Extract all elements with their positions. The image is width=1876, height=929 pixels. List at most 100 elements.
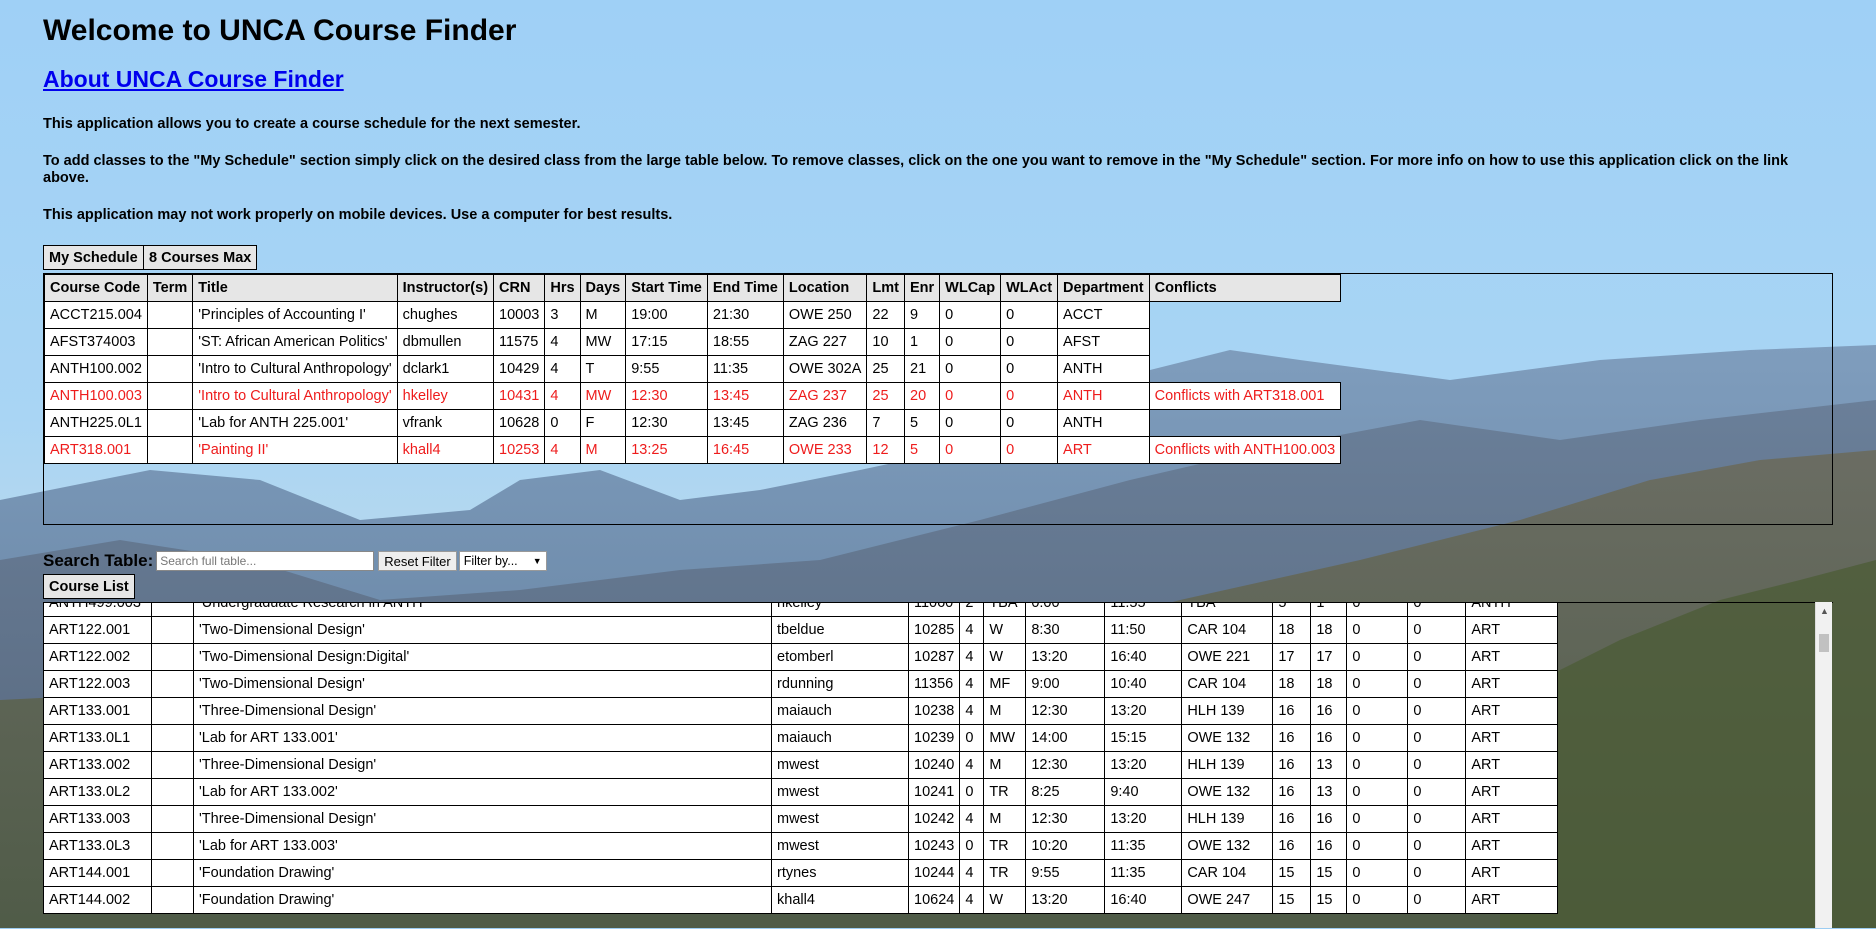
schedule-row[interactable]: ART318.001 'Painting II' khall4 10253 4 M 13:2… — [44, 436, 1342, 464]
course-cell: ART122.001 — [43, 616, 152, 644]
schedule-cell: ANTH — [1057, 382, 1150, 410]
schedule-row[interactable]: ANTH100.003 'Intro to Cultural Anthropolo… — [44, 382, 1342, 410]
schedule-cell: 'Principles of Accounting I' — [192, 301, 398, 329]
course-cell: 13 — [1310, 751, 1348, 779]
scroll-up-icon[interactable]: ▲ — [1816, 604, 1833, 618]
course-cell: 'Two-Dimensional Design' — [193, 670, 772, 698]
course-cell — [151, 751, 194, 779]
course-cell: 9:40 — [1104, 778, 1183, 806]
search-row: Search Table: Reset Filter Filter by... … — [43, 550, 547, 572]
about-link[interactable]: About UNCA Course Finder — [43, 66, 344, 93]
schedule-cell: 10628 — [493, 409, 546, 437]
course-row[interactable]: ART133.001 'Three-Dimensional Design' maia… — [43, 697, 1559, 725]
course-cell — [151, 805, 194, 833]
course-row[interactable]: ART144.002 'Foundation Drawing' khall4 1062… — [43, 886, 1559, 914]
schedule-cell: 25 — [866, 355, 905, 383]
course-cell: ART — [1465, 724, 1559, 752]
course-cell: 11:35 — [1104, 832, 1183, 860]
course-cell: 'Undergraduate Research in ANTH' — [193, 603, 772, 617]
course-cell: ART — [1465, 778, 1559, 806]
schedule-cell: 0 — [1000, 328, 1059, 356]
schedule-cell: 11575 — [493, 328, 546, 356]
course-cell: 15 — [1310, 886, 1348, 914]
schedule-cell: 12:30 — [625, 382, 708, 410]
schedule-cell: vfrank — [396, 409, 495, 437]
courses-max-label: 8 Courses Max — [143, 245, 258, 270]
schedule-row[interactable]: ANTH100.002 'Intro to Cultural Anthropolo… — [44, 355, 1341, 383]
filter-by-select[interactable]: Filter by... ▼ — [458, 551, 547, 571]
schedule-cell: 13:45 — [706, 382, 784, 410]
course-cell: 10238 — [907, 697, 961, 725]
course-cell: 4 — [959, 859, 985, 887]
course-cell: 13:20 — [1104, 751, 1183, 779]
schedule-row[interactable]: AFST374003 'ST: African American Politics… — [44, 328, 1341, 356]
course-row[interactable]: ART133.002 'Three-Dimensional Design' mwes… — [43, 751, 1559, 779]
course-cell: 16 — [1272, 805, 1312, 833]
reset-filter-button[interactable]: Reset Filter — [378, 551, 457, 571]
course-row[interactable]: ART133.0L3 'Lab for ART 133.003' mwest 1024… — [43, 832, 1559, 860]
course-cell: khall4 — [771, 886, 909, 914]
intro-text-1: This application allows you to create a … — [43, 116, 581, 132]
schedule-cell: 'ST: African American Politics' — [192, 328, 398, 356]
course-row[interactable]: ART144.001 'Foundation Drawing' rtynes 1024… — [43, 859, 1559, 887]
schedule-cell: 22 — [866, 301, 905, 329]
course-cell — [151, 643, 194, 671]
schedule-cell: 19:00 — [625, 301, 708, 329]
schedule-cell: hkelley — [396, 382, 495, 410]
filter-by-label: Filter by... — [463, 554, 518, 568]
course-row[interactable]: ART122.002 'Two-Dimensional Design:Digita… — [43, 643, 1559, 671]
schedule-row[interactable]: ACCT215.004 'Principles of Accounting I' c… — [44, 301, 1341, 329]
course-cell: ART — [1465, 670, 1559, 698]
course-cell: ART122.002 — [43, 643, 152, 671]
schedule-cell: 'Lab for ANTH 225.001' — [192, 409, 398, 437]
schedule-header-cell: Term — [146, 274, 194, 302]
course-cell: ART133.002 — [43, 751, 152, 779]
course-cell: 'Lab for ART 133.003' — [193, 832, 772, 860]
schedule-cell: 1 — [903, 328, 941, 356]
course-row[interactable]: ART133.0L2 'Lab for ART 133.002' mwest 1024… — [43, 778, 1559, 806]
course-cell — [151, 778, 194, 806]
course-cell: 8:30 — [1025, 616, 1106, 644]
schedule-cell: 16:45 — [706, 436, 784, 464]
schedule-cell: 4 — [544, 382, 581, 410]
course-cell: 0 — [1407, 832, 1467, 860]
search-input[interactable] — [156, 551, 375, 571]
schedule-header-cell: Start Time — [625, 274, 708, 302]
schedule-cell: 21:30 — [706, 301, 784, 329]
course-cell: ART — [1465, 751, 1559, 779]
schedule-cell: 0 — [939, 355, 1002, 383]
course-cell: ANTH — [1465, 603, 1559, 617]
course-cell: ART144.002 — [43, 886, 152, 914]
course-row[interactable]: ART133.0L1 'Lab for ART 133.001' maiauch 10… — [43, 724, 1559, 752]
course-cell: maiauch — [771, 697, 909, 725]
schedule-row[interactable]: ANTH225.0L1 'Lab for ANTH 225.001' vfrank 1… — [44, 409, 1341, 437]
course-row[interactable]: ANTH499.003 'Undergraduate Research in AN… — [43, 603, 1559, 617]
schedule-cell: F — [579, 409, 627, 437]
course-cell: ART122.003 — [43, 670, 152, 698]
course-cell: 0 — [1407, 805, 1467, 833]
schedule-cell: OWE 250 — [782, 301, 868, 329]
course-row[interactable]: ART133.003 'Three-Dimensional Design' mwes… — [43, 805, 1559, 833]
course-list-table: ANTH499.003 'Undergraduate Research in AN… — [43, 603, 1559, 914]
course-cell: ANTH499.003 — [43, 603, 152, 617]
course-cell: 11356 — [907, 670, 961, 698]
scrollbar-thumb[interactable] — [1819, 634, 1829, 652]
course-cell: 10239 — [907, 724, 961, 752]
course-cell: ART — [1465, 886, 1559, 914]
course-cell: ART133.001 — [43, 697, 152, 725]
conflict-cell: Conflicts with ANTH100.003 — [1148, 436, 1342, 464]
course-row[interactable]: ART122.003 'Two-Dimensional Design' rdunni… — [43, 670, 1559, 698]
course-cell: 0 — [1346, 697, 1409, 725]
course-list-scrollbar[interactable]: ▲ — [1815, 602, 1832, 928]
course-cell: ART — [1465, 616, 1559, 644]
schedule-cell: ACCT215.004 — [44, 301, 148, 329]
course-cell: 'Three-Dimensional Design' — [193, 697, 772, 725]
course-row[interactable]: ART122.001 'Two-Dimensional Design' tbeldu… — [43, 616, 1559, 644]
schedule-cell: 12 — [866, 436, 905, 464]
my-schedule-tab[interactable]: My Schedule — [43, 245, 144, 270]
course-cell: ART — [1465, 643, 1559, 671]
course-cell: 15 — [1272, 859, 1312, 887]
course-list-tab[interactable]: Course List — [43, 574, 135, 599]
course-list-section[interactable]: ANTH499.003 'Undergraduate Research in AN… — [43, 602, 1833, 929]
search-label: Search Table: — [43, 551, 154, 570]
